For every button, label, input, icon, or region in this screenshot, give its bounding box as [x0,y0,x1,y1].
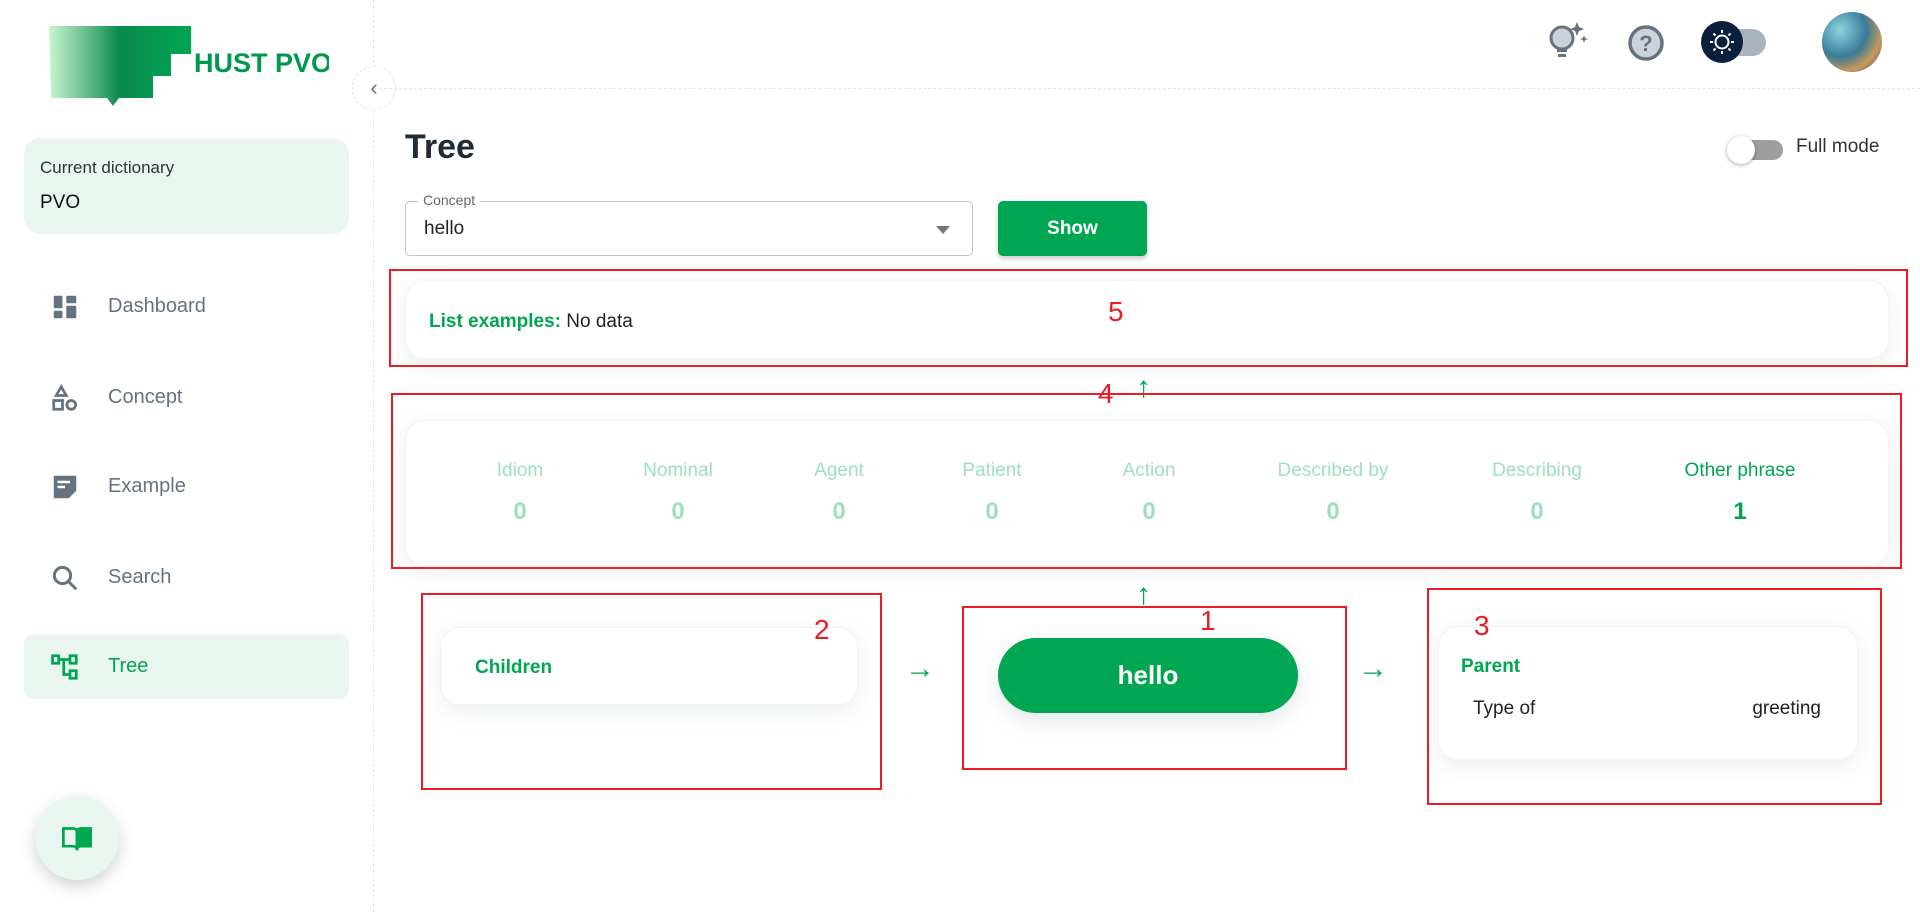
caret-down-icon [936,226,950,234]
hust-pvo-logo[interactable]: HUST PVO [49,24,329,106]
stat-value: 0 [1326,498,1340,525]
sidebar-item-label: Search [108,566,172,588]
examples-value: No data [566,311,633,332]
shapes-icon [52,383,77,411]
sun-icon [1701,21,1743,63]
concept-label: Concept [418,192,481,208]
children-card: Children [440,627,858,705]
help-icon[interactable]: ? [1627,24,1665,62]
concept-value: hello [424,217,465,239]
stat-label: Describing [1492,460,1582,481]
theme-toggle[interactable] [1700,20,1768,66]
annotation-number-4: 4 [1098,378,1114,409]
dictionary-fab-button[interactable] [35,796,119,880]
current-dictionary-value: PVO [40,192,81,213]
dashboard-icon [53,295,77,318]
sidebar-item-search[interactable]: Search [24,545,349,610]
stat-value: 0 [1530,498,1544,525]
annotation-number-1: 1 [1200,605,1216,636]
lightbulb-sparkle-icon[interactable] [1545,20,1591,64]
stat-action[interactable]: Action 0 [1049,460,1249,526]
parent-card [1438,626,1858,760]
sidebar-item-dashboard[interactable]: Dashboard [24,274,349,339]
stat-label: Action [1122,460,1176,481]
sidebar-item-label: Example [108,475,186,497]
examples-card: List examples: No data [405,280,1889,359]
current-node[interactable]: hello [998,638,1298,713]
children-label: Children [475,657,553,678]
annotation-number-5: 5 [1108,296,1124,327]
full-mode-switch[interactable] [1727,136,1787,164]
svg-text:?: ? [1639,31,1652,56]
arrow-right-icon: → [905,652,935,685]
stat-other-phrase[interactable]: Other phrase 1 [1640,460,1840,526]
avatar[interactable] [1822,12,1882,72]
svg-text:HUST PVO: HUST PVO [194,48,329,78]
stat-value: 1 [1733,498,1747,525]
sidebar-item-label: Concept [108,386,183,408]
tree-icon [51,653,78,680]
header-divider [374,88,1920,89]
stat-value: 0 [1142,498,1156,525]
show-button[interactable]: Show [998,201,1147,256]
parent-value[interactable]: greeting [1752,698,1821,720]
stat-describing[interactable]: Describing 0 [1437,460,1637,526]
current-dictionary-label: Current dictionary [40,158,175,177]
stat-label: Other phrase [1684,460,1796,481]
stat-label: Described by [1277,460,1389,481]
page-title: Tree [405,128,475,166]
annotation-number-2: 2 [814,614,830,645]
examples-label: List examples: [429,311,561,332]
stat-described-by[interactable]: Described by 0 [1233,460,1433,526]
note-icon [53,475,77,498]
open-book-icon [62,827,92,851]
sidebar-item-label: Dashboard [108,295,206,317]
parent-relation: Type of [1473,698,1536,719]
annotation-number-3: 3 [1474,610,1490,641]
arrow-right-icon: → [1358,652,1388,685]
sidebar-item-concept[interactable]: Concept [24,365,349,430]
search-icon [52,565,78,590]
full-mode-label: Full mode [1796,136,1880,157]
sidebar-item-label: Tree [108,655,149,677]
parent-label: Parent [1461,656,1521,677]
current-dictionary[interactable]: Current dictionary PVO [24,138,349,234]
sidebar-item-tree[interactable]: Tree [24,634,349,699]
sidebar-item-example[interactable]: Example [24,454,349,519]
concept-select[interactable]: Concept hello [405,192,973,256]
